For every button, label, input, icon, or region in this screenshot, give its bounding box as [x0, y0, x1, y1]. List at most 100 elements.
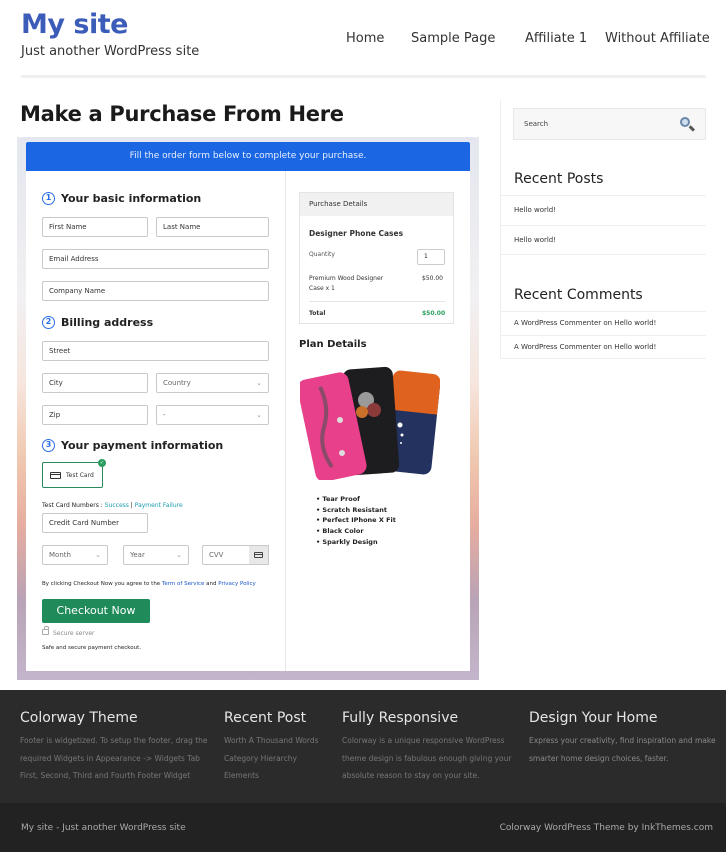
test-card-numbers: Test Card Numbers : Success | Payment Fa…: [42, 502, 183, 509]
privacy-link[interactable]: Privacy Policy: [218, 581, 255, 587]
footer-col3-title: Fully Responsive: [342, 710, 459, 726]
card-number-field[interactable]: Credit Card Number: [42, 513, 148, 533]
item-name-line2: Case x 1: [309, 285, 335, 292]
total-label: Total: [309, 310, 326, 317]
city-field[interactable]: City: [42, 373, 148, 393]
total-value: $50.00: [422, 310, 446, 317]
main-nav: Home Sample Page Affiliate 1 Without Aff…: [0, 31, 726, 51]
step-label: Your payment information: [61, 439, 224, 452]
step-basic-info: 1 Your basic information: [42, 192, 201, 205]
footer-line: absolute reason to stay on your site.: [342, 771, 480, 780]
item-price: $50.00: [422, 275, 443, 282]
form-banner: Fill the order form below to complete yo…: [26, 142, 470, 171]
recent-post-link[interactable]: Hello world!: [501, 225, 706, 255]
item-name-line1: Premium Wood Designer: [309, 275, 384, 282]
year-select[interactable]: Year ⌄: [123, 545, 189, 565]
footer-line: smarter home design choices, faster.: [529, 753, 669, 763]
state-select[interactable]: - ⌄: [156, 405, 269, 425]
footer-post-link[interactable]: Elements: [224, 767, 319, 785]
footer-col4-text: Express your creativity, find inspiratio…: [529, 732, 716, 767]
zip-field[interactable]: Zip: [42, 405, 148, 425]
feature-item: Black Color: [316, 526, 396, 537]
feature-item: Tear Proof: [316, 494, 396, 505]
column-divider: [285, 171, 286, 671]
terms-link[interactable]: Term of Service: [162, 581, 204, 587]
footer-col4-title: Design Your Home: [529, 710, 658, 726]
cvv-field[interactable]: CVV: [202, 545, 250, 565]
step-billing: 2 Billing address: [42, 316, 153, 329]
footer-post-link[interactable]: Worth A Thousand Words: [224, 732, 319, 750]
chevron-down-icon: ⌄: [256, 411, 262, 419]
recent-post-link[interactable]: Hello world!: [501, 195, 706, 225]
footer-col2-links: Worth A Thousand Words Category Hierarch…: [224, 732, 319, 785]
agree-text: By clicking Checkout Now you agree to th…: [42, 581, 162, 587]
payment-failure-link[interactable]: Payment Failure: [135, 502, 183, 509]
cvv-help-button[interactable]: [249, 545, 269, 565]
step-number-icon: 3: [42, 439, 55, 452]
feature-item: Scratch Resistant: [316, 505, 396, 516]
footer-line: theme design is fabulous enough giving y…: [342, 753, 512, 763]
test-numbers-label: Test Card Numbers :: [42, 502, 105, 509]
checkout-button[interactable]: Checkout Now: [42, 599, 150, 623]
step-label: Your basic information: [61, 192, 202, 205]
credit-card-icon: [50, 471, 61, 479]
product-name: Designer Phone Cases: [309, 229, 404, 238]
search-input[interactable]: Search: [513, 108, 706, 140]
lock-icon: [42, 626, 49, 635]
footer-line: First, Second, Third and Fourth Footer W…: [20, 771, 191, 780]
agree-and: and: [204, 581, 219, 587]
footer-line: Express your creativity, find inspiratio…: [529, 736, 716, 745]
footer-credit[interactable]: Colorway WordPress Theme by InkThemes.co…: [500, 823, 713, 833]
footer-col3-text: Colorway is a unique responsive WordPres…: [342, 732, 511, 785]
footer-line: Footer is widgetized. To setup the foote…: [20, 736, 208, 745]
phone-cases-image: [300, 366, 440, 480]
search-icon[interactable]: [680, 117, 690, 127]
footer-post-link[interactable]: Category Hierarchy: [224, 750, 319, 768]
step-label: Billing address: [61, 316, 154, 329]
recent-comment-link[interactable]: A WordPress Commenter on Hello world!: [501, 335, 706, 359]
nav-home[interactable]: Home: [346, 31, 384, 46]
recent-posts-title: Recent Posts: [514, 171, 604, 187]
step-number-icon: 1: [42, 192, 55, 205]
step-payment: 3 Your payment information: [42, 439, 223, 452]
footer-line: required Widgets in Appearance -> Widget…: [20, 753, 200, 763]
test-card-label: Test Card: [66, 471, 94, 479]
country-select[interactable]: Country ⌄: [156, 373, 269, 393]
credit-card-icon: [254, 552, 263, 558]
footer-line: Colorway is a unique responsive WordPres…: [342, 736, 505, 745]
quantity-input[interactable]: 1: [417, 249, 445, 265]
chevron-down-icon: ⌄: [256, 379, 262, 387]
nav-affiliate-1[interactable]: Affiliate 1: [525, 31, 587, 46]
test-card-option[interactable]: Test Card ✓: [42, 459, 106, 488]
recent-comment-link[interactable]: A WordPress Commenter on Hello world!: [501, 311, 706, 335]
safe-checkout-text: Safe and secure payment checkout.: [42, 645, 141, 651]
state-value: -: [163, 411, 166, 419]
success-link[interactable]: Success: [105, 502, 129, 509]
first-name-field[interactable]: First Name: [42, 217, 148, 237]
chevron-down-icon: ⌄: [95, 551, 101, 559]
footer-copyright[interactable]: My site - Just another WordPress site: [21, 823, 186, 833]
quantity-label: Quantity: [309, 251, 335, 258]
header-divider: [21, 75, 706, 78]
plan-features-list: Tear Proof Scratch Resistant Perfect IPh…: [316, 494, 396, 548]
month-select[interactable]: Month ⌄: [42, 545, 108, 565]
street-field[interactable]: Street: [42, 341, 269, 361]
country-value: Country: [163, 379, 191, 387]
plan-details-title: Plan Details: [299, 339, 367, 350]
year-value: Year: [130, 551, 145, 559]
recent-comments-title: Recent Comments: [514, 287, 643, 303]
purchase-details-box: Purchase Details Designer Phone Cases Qu…: [299, 192, 454, 324]
email-field[interactable]: Email Address: [42, 249, 269, 269]
nav-sample-page[interactable]: Sample Page: [411, 31, 495, 46]
feature-item: Sparkly Design: [316, 537, 396, 548]
chevron-down-icon: ⌄: [176, 551, 182, 559]
page-title: Make a Purchase From Here: [20, 102, 344, 126]
last-name-field[interactable]: Last Name: [156, 217, 269, 237]
secure-server-text: Secure server: [53, 630, 95, 637]
divider: [309, 301, 445, 302]
nav-without-affiliate[interactable]: Without Affiliate: [605, 31, 710, 46]
month-value: Month: [49, 551, 71, 559]
footer-col1-text: Footer is widgetized. To setup the foote…: [20, 732, 208, 785]
company-field[interactable]: Company Name: [42, 281, 269, 301]
step-number-icon: 2: [42, 316, 55, 329]
